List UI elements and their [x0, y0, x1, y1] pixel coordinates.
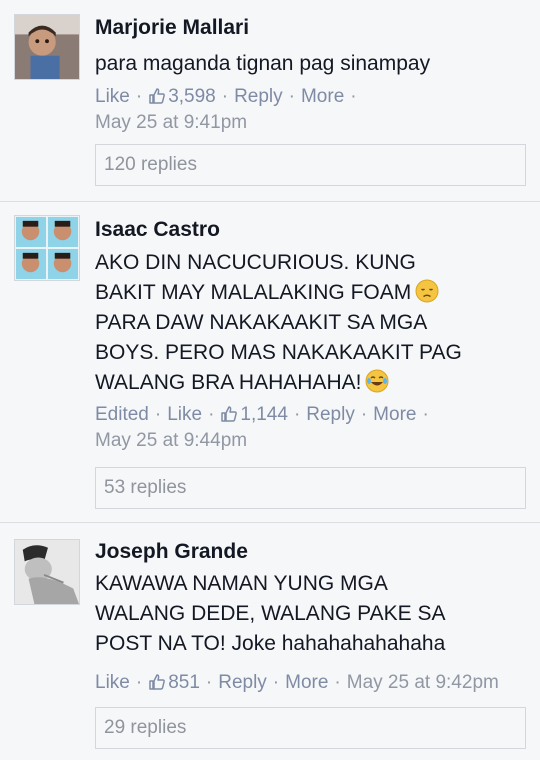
separator-dot: · — [350, 86, 357, 107]
comment-actions: Like · 851 · Reply · More · May 25 at 9:42pm — [95, 670, 526, 696]
avatar-photo — [15, 216, 79, 280]
avatar[interactable] — [14, 215, 80, 281]
comment-text-line: KAWAWA NAMAN YUNG MGA — [95, 572, 388, 595]
avatar-photo — [15, 540, 79, 604]
replies-button[interactable]: 53 replies — [95, 467, 526, 509]
edited-link[interactable]: Edited — [95, 404, 149, 425]
avatar-photo — [15, 15, 79, 79]
comment-text-line: POST NA TO! Joke hahahahahahaha — [95, 632, 446, 655]
comment-text-line-content: WALANG BRA HAHAHAHA! — [95, 371, 362, 394]
timestamp[interactable]: May 25 at 9:41pm — [95, 110, 526, 136]
thumbs-up-icon — [149, 674, 166, 690]
separator-dot: · — [288, 86, 295, 107]
more-link[interactable]: More — [285, 672, 328, 693]
likes-count[interactable]: 851 — [148, 672, 200, 693]
separator-dot: · — [293, 404, 301, 425]
like-link[interactable]: Like — [167, 404, 202, 425]
separator-dot: · — [360, 404, 368, 425]
author-name[interactable]: Joseph Grande — [95, 540, 526, 564]
reply-link[interactable]: Reply — [234, 86, 283, 107]
separator-dot: · — [272, 672, 280, 693]
reply-link[interactable]: Reply — [218, 672, 267, 693]
separator-dot: · — [422, 404, 429, 425]
reply-link[interactable]: Reply — [306, 404, 355, 425]
comment-joseph-grande: Joseph Grande KAWAWA NAMAN YUNG MGA WALA… — [0, 523, 540, 760]
comment-text-line: para maganda tignan pag sinampay — [95, 52, 431, 75]
likes-count-value: 3,598 — [168, 86, 216, 107]
comment-text-line: BAKIT MAY MALALAKING FOAM — [95, 278, 526, 308]
like-link[interactable]: Like — [95, 672, 130, 693]
comment-text: para maganda tignan pag sinampay — [95, 49, 526, 79]
more-link[interactable]: More — [301, 86, 344, 107]
comment-marjorie-mallari: Marjorie Mallari para maganda tignan pag… — [0, 0, 540, 201]
separator-dot: · — [135, 86, 143, 107]
comment-text-line: BOYS. PERO MAS NAKAKAAKIT PAG — [95, 341, 462, 364]
replies-button[interactable]: 29 replies — [95, 707, 526, 749]
timestamp[interactable]: May 25 at 9:44pm — [95, 428, 526, 454]
timestamp[interactable]: May 25 at 9:42pm — [347, 672, 499, 693]
avatar[interactable] — [14, 14, 80, 80]
replies-button[interactable]: 120 replies — [95, 144, 526, 186]
separator-dot: · — [334, 672, 341, 693]
author-name[interactable]: Isaac Castro — [95, 218, 526, 242]
author-name[interactable]: Marjorie Mallari — [95, 16, 526, 40]
comment-text: KAWAWA NAMAN YUNG MGA WALANG DEDE, WALAN… — [95, 569, 526, 659]
comment-isaac-castro: Isaac Castro AKO DIN NACUCURIOUS. KUNG B… — [0, 202, 540, 522]
comment-actions: Like · 3,598 · Reply · More · — [95, 84, 526, 110]
more-link[interactable]: More — [373, 404, 416, 425]
thumbs-up-icon — [221, 406, 238, 422]
separator-dot: · — [135, 672, 143, 693]
comment-text-line: WALANG DEDE, WALANG PAKE SA — [95, 602, 446, 625]
separator-dot: · — [221, 86, 229, 107]
likes-count-value: 851 — [168, 672, 200, 693]
avatar[interactable] — [14, 539, 80, 605]
comment-text-line: WALANG BRA HAHAHAHA! — [95, 368, 526, 398]
separator-dot: · — [208, 404, 215, 425]
comment-text: AKO DIN NACUCURIOUS. KUNG BAKIT MAY MALA… — [95, 248, 526, 398]
likes-count-value: 1,144 — [240, 404, 288, 425]
comment-body: Joseph Grande KAWAWA NAMAN YUNG MGA WALA… — [95, 540, 526, 696]
comment-actions: Edited · Like · 1,144 · Reply · More · — [95, 402, 526, 428]
likes-count[interactable]: 1,144 — [220, 404, 288, 425]
comment-body: Marjorie Mallari para maganda tignan pag… — [95, 16, 526, 136]
comment-text-line-content: BAKIT MAY MALALAKING FOAM — [95, 281, 412, 304]
likes-count[interactable]: 3,598 — [148, 86, 216, 107]
disappointed-face-icon — [415, 279, 439, 303]
separator-dot: · — [154, 404, 162, 425]
thumbs-up-icon — [149, 88, 166, 104]
comment-body: Isaac Castro AKO DIN NACUCURIOUS. KUNG B… — [95, 218, 526, 454]
comment-text-line: AKO DIN NACUCURIOUS. KUNG — [95, 251, 416, 274]
comment-text-line: PARA DAW NAKAKAAKIT SA MGA — [95, 311, 428, 334]
separator-dot: · — [205, 672, 213, 693]
like-link[interactable]: Like — [95, 86, 130, 107]
tears-of-joy-face-icon — [365, 369, 389, 393]
